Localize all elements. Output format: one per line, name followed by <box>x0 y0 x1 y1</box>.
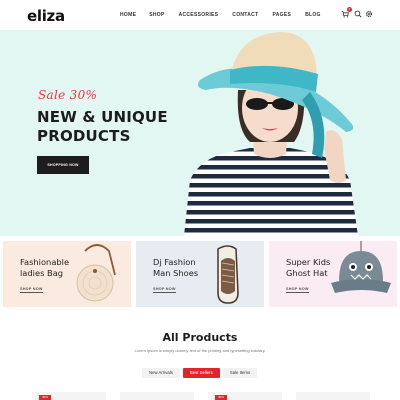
nav-accessories[interactable]: ACCESSORIES <box>179 12 219 18</box>
nav-pages[interactable]: PAGES <box>272 12 291 18</box>
site-header: eliza HOME SHOP ACCESSORIES CONTACT PAGE… <box>0 0 400 30</box>
nav-contact[interactable]: CONTACT <box>232 12 258 18</box>
category-card-shoes[interactable]: Dj Fashion Man Shoes SHOP NOW <box>136 241 264 307</box>
shop-now-link[interactable]: SHOP NOW <box>20 287 43 293</box>
main-nav: HOME SHOP ACCESSORIES CONTACT PAGES BLOG <box>120 12 335 18</box>
product-tabs: New Arrivals Best Sellers Sale Items <box>142 368 260 378</box>
hero-banner: Sale 30% NEW & UNIQUE PRODUCTS SHOPPING … <box>0 30 400 236</box>
category-title: Dj Fashion Man Shoes <box>153 257 199 278</box>
tab-sale-items[interactable]: Sale Items <box>222 368 258 378</box>
product-grid: 30% 30% <box>32 392 372 400</box>
product-card[interactable] <box>296 392 370 400</box>
hero-model-image <box>184 32 358 236</box>
category-title: Super Kids Ghost Hat <box>286 257 331 278</box>
logo[interactable]: eliza <box>27 7 65 25</box>
bag-image <box>76 244 116 302</box>
shop-now-link[interactable]: SHOP NOW <box>286 287 309 293</box>
nav-home[interactable]: HOME <box>120 12 136 18</box>
cart-count-badge: 0 <box>347 7 352 12</box>
section-subtitle: Lorem Ipsum is simply dummy text of the … <box>134 348 266 353</box>
nav-blog[interactable]: BLOG <box>305 12 321 18</box>
settings-icon[interactable] <box>365 10 373 18</box>
section-title: All Products <box>162 331 238 344</box>
discount-badge: 30% <box>215 395 227 400</box>
discount-badge: 30% <box>39 395 51 400</box>
category-title: Fashionable ladies Bag <box>20 257 70 278</box>
tab-new-arrivals[interactable]: New Arrivals <box>142 368 180 378</box>
hero-sale-text: Sale 30% <box>38 88 98 102</box>
category-card-hat[interactable]: Super Kids Ghost Hat SHOP NOW <box>269 241 397 307</box>
category-card-bag[interactable]: Fashionable ladies Bag SHOP NOW <box>3 241 131 307</box>
product-card[interactable] <box>120 392 194 400</box>
hero-title-line2: PRODUCTS <box>37 127 131 145</box>
hero-title-line1: NEW & UNIQUE <box>37 108 168 126</box>
product-card[interactable]: 30% <box>208 392 282 400</box>
search-icon[interactable] <box>354 10 362 18</box>
ghost-hat-image <box>331 241 391 293</box>
hero-title: NEW & UNIQUE PRODUCTS <box>37 108 168 146</box>
shop-now-link[interactable]: SHOP NOW <box>153 287 176 293</box>
shoe-image <box>217 245 239 304</box>
tab-best-sellers[interactable]: Best Sellers <box>182 368 220 378</box>
product-card[interactable]: 30% <box>32 392 106 400</box>
shopping-now-button[interactable]: SHOPPING NOW <box>37 156 89 174</box>
nav-shop[interactable]: SHOP <box>149 12 164 18</box>
